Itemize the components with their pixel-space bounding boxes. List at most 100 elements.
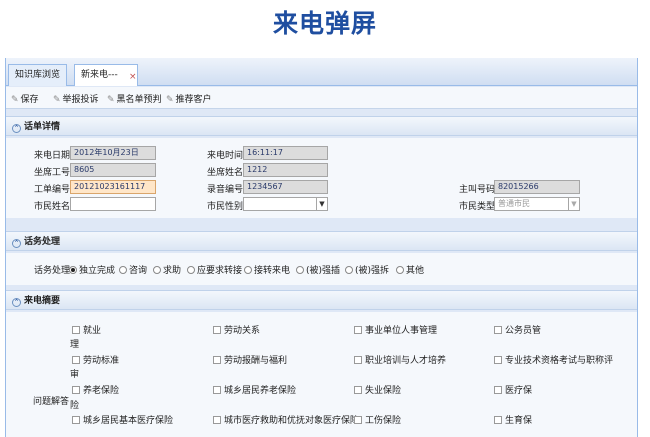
- close-icon[interactable]: ×: [129, 67, 137, 87]
- checkbox-resident-pension[interactable]: 城乡居民养老保险: [213, 383, 296, 396]
- checkbox-label: 公务员管: [505, 326, 542, 336]
- chevron-down-icon[interactable]: ▼: [568, 198, 579, 210]
- checkbox-civil-servant[interactable]: 公务员管: [494, 323, 541, 336]
- page-title: 来电弹屏: [272, 9, 377, 38]
- checkbox-icon: [494, 326, 502, 334]
- agent-name-field: 1212: [243, 163, 328, 177]
- checkbox-resident-medical[interactable]: 城乡居民基本医疗保险: [72, 413, 173, 426]
- radio-icon: [187, 266, 195, 274]
- agent-id-field: 8605: [70, 163, 156, 177]
- checkbox-work-injury[interactable]: 工伤保险: [354, 413, 401, 426]
- processing-panel-header[interactable]: ⌃ 话务处理: [6, 231, 637, 251]
- blacklist-label: 黑名单预判: [116, 95, 162, 105]
- blacklist-button[interactable]: ✎ 黑名单预判: [107, 92, 162, 105]
- summary-panel: ⌃ 来电摘要: [6, 290, 637, 310]
- radio-consult[interactable]: 咨询: [119, 263, 147, 276]
- checkbox-label: 职业培训与人才培养: [365, 356, 447, 366]
- radio-label: 接转来电: [254, 266, 291, 276]
- citizen-name-label: 市民姓名: [34, 202, 71, 212]
- wrapped-text: 险: [70, 401, 80, 411]
- radio-force-insert[interactable]: (被)强插: [296, 263, 340, 276]
- checkbox-icon: [354, 386, 362, 394]
- collapse-icon[interactable]: ⌃: [12, 298, 21, 307]
- ticket-label: 工单编号: [34, 185, 71, 195]
- checkbox-icon: [354, 416, 362, 424]
- checkbox-institution-hr[interactable]: 事业单位人事管理: [354, 323, 437, 336]
- radio-selected-icon: [69, 266, 77, 274]
- radio-transfer-request[interactable]: 应要求转接: [187, 263, 242, 276]
- details-panel: ⌃ 话单详情: [6, 116, 637, 136]
- checkbox-icon: [72, 356, 80, 364]
- checkbox-label: 事业单位人事管理: [365, 326, 438, 336]
- checkbox-label: 劳动标准: [83, 356, 120, 366]
- radio-icon: [119, 266, 127, 274]
- tab-new-call[interactable]: 新来电--- ×: [74, 64, 138, 86]
- citizen-type-select[interactable]: 普通市民 ▼: [494, 197, 580, 211]
- checkbox-vocational-training[interactable]: 职业培训与人才培养: [354, 353, 446, 366]
- checkbox-professional-exam[interactable]: 专业技术资格考试与职称评: [494, 353, 613, 366]
- checkbox-label: 工伤保险: [365, 416, 402, 426]
- checkbox-medical-assistance[interactable]: 城市医疗救助和优抚对象医疗保障: [213, 413, 359, 426]
- details-panel-header[interactable]: ⌃ 话单详情: [6, 116, 637, 136]
- radio-other[interactable]: 其他: [396, 263, 424, 276]
- collapse-icon[interactable]: ⌃: [12, 124, 21, 133]
- checkbox-label: 劳动报酬与福利: [224, 356, 288, 366]
- checkbox-label: 生育保: [505, 416, 533, 426]
- processing-panel: ⌃ 话务处理: [6, 231, 637, 251]
- tab-knowledge-base[interactable]: 知识库浏览: [8, 64, 68, 86]
- citizen-gender-select[interactable]: ▼: [243, 197, 328, 211]
- checkbox-icon: [213, 326, 221, 334]
- checkbox-maternity[interactable]: 生育保: [494, 413, 532, 426]
- recommend-button[interactable]: ✎ 推荐客户: [166, 92, 212, 105]
- pencil-icon: ✎: [11, 95, 19, 105]
- call-time-field: 16:11:17: [243, 146, 328, 160]
- checkbox-medical[interactable]: 医疗保: [494, 383, 532, 396]
- call-date-label: 来电日期: [34, 151, 71, 161]
- report-label: 举报投诉: [62, 95, 99, 105]
- recording-label: 录音编号: [207, 185, 244, 195]
- tab-label: 新来电---: [81, 70, 118, 80]
- checkbox-label: 养老保险: [83, 386, 120, 396]
- checkbox-label: 城乡居民基本医疗保险: [83, 416, 174, 426]
- checkbox-icon: [72, 326, 80, 334]
- checkbox-icon: [72, 386, 80, 394]
- agent-name-label: 坐席姓名: [207, 168, 244, 178]
- citizen-type-label: 市民类型: [459, 202, 496, 212]
- radio-force-disconnect[interactable]: (被)强拆: [345, 263, 389, 276]
- wrapped-text: 审: [70, 370, 80, 380]
- processing-panel-title: 话务处理: [24, 237, 61, 247]
- wrapped-text: 理: [70, 340, 80, 350]
- checkbox-icon: [494, 356, 502, 364]
- checkbox-unemployment[interactable]: 失业保险: [354, 383, 401, 396]
- checkbox-icon: [494, 386, 502, 394]
- radio-transferred-call[interactable]: 接转来电: [244, 263, 290, 276]
- radio-help[interactable]: 求助: [153, 263, 181, 276]
- radio-label: (被)强插: [306, 266, 341, 276]
- summary-panel-header[interactable]: ⌃ 来电摘要: [6, 290, 637, 310]
- checkbox-labor-relations[interactable]: 劳动关系: [213, 323, 260, 336]
- checkbox-label: 城乡居民养老保险: [224, 386, 297, 396]
- save-button[interactable]: ✎ 保存: [11, 92, 39, 105]
- chevron-down-icon[interactable]: ▼: [316, 198, 327, 210]
- checkbox-labor-standards[interactable]: 劳动标准: [72, 353, 119, 366]
- details-panel-title: 话单详情: [24, 122, 61, 132]
- checkbox-label: 就业: [83, 326, 102, 336]
- radio-icon: [396, 266, 404, 274]
- report-button[interactable]: ✎ 举报投诉: [53, 92, 99, 105]
- citizen-gender-label: 市民性别: [207, 202, 244, 212]
- processing-label: 话务处理: [34, 266, 71, 276]
- pencil-icon: ✎: [166, 95, 174, 105]
- checkbox-icon: [213, 356, 221, 364]
- checkbox-labor-pay[interactable]: 劳动报酬与福利: [213, 353, 287, 366]
- recording-field: 1234567: [243, 180, 328, 194]
- checkbox-pension[interactable]: 养老保险: [72, 383, 119, 396]
- ticket-field: 20121023161117​0993: [70, 180, 156, 194]
- radio-icon: [296, 266, 304, 274]
- recommend-label: 推荐客户: [175, 95, 212, 105]
- collapse-icon[interactable]: ⌃: [12, 239, 21, 248]
- checkbox-label: 劳动关系: [224, 326, 261, 336]
- radio-independent[interactable]: 独立完成: [69, 263, 115, 276]
- citizen-name-input[interactable]: [70, 197, 156, 211]
- checkbox-employment[interactable]: 就业: [72, 323, 101, 336]
- checkbox-icon: [213, 416, 221, 424]
